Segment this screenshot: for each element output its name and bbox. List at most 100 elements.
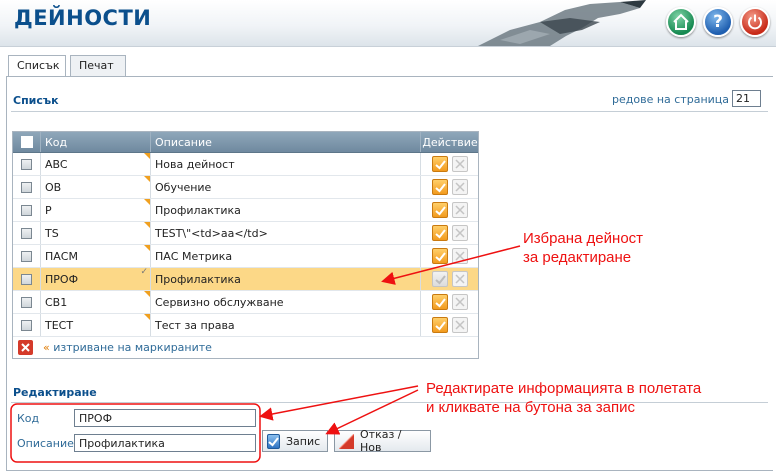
description-field[interactable] — [74, 434, 256, 452]
cancel-label: Отказ / Нов — [360, 428, 402, 454]
edit-icon[interactable] — [432, 179, 448, 195]
table-row[interactable]: OB Обучение — [13, 176, 478, 199]
table-row[interactable]: СВ1 Сервизно обслужване — [13, 291, 478, 314]
save-button[interactable]: Запис — [262, 430, 328, 452]
edit-icon[interactable] — [432, 202, 448, 218]
code-text: P — [45, 203, 52, 217]
edit-icon[interactable] — [432, 271, 448, 287]
table-body: ABC Нова дейност OB Обучение P Профилактика TS… — [13, 153, 478, 337]
row-checkbox-cell — [13, 268, 41, 290]
section-divider — [11, 111, 768, 112]
edit-section-title: Редактиране — [13, 386, 97, 399]
tab-print[interactable]: Печат — [70, 55, 126, 76]
select-all-cell — [13, 132, 41, 152]
edit-icon[interactable] — [432, 294, 448, 310]
row-checkbox[interactable] — [21, 273, 32, 285]
description-text: Сервизно обслужване — [155, 295, 284, 309]
annotation-selected-line1: Избрана дейност — [523, 230, 644, 247]
action-cell — [421, 314, 479, 336]
code-text: TS — [45, 226, 59, 240]
corner-marker-icon — [144, 222, 150, 228]
description-label: Описание — [17, 437, 74, 450]
row-checkbox[interactable] — [21, 296, 32, 308]
rows-per-page-link[interactable]: редове на страница » — [612, 93, 739, 106]
annotation-edit-line1: Редактирате информацията в полетата — [426, 380, 702, 397]
page-title: ДЕЙНОСТИ — [14, 6, 152, 30]
code-field[interactable] — [74, 409, 256, 427]
edit-icon[interactable] — [432, 317, 448, 333]
edit-icon[interactable] — [432, 225, 448, 241]
description-text: Нова дейност — [155, 157, 235, 171]
column-header-action: Действие — [422, 135, 478, 149]
code-cell: ПАСМ — [41, 245, 151, 267]
row-checkbox-cell — [13, 314, 41, 336]
table-row[interactable]: P Профилактика — [13, 199, 478, 222]
annotation-selected-line2: за редактиране — [523, 249, 632, 266]
delete-icon[interactable] — [452, 317, 468, 333]
home-button[interactable] — [666, 7, 696, 37]
delete-marked-icon[interactable] — [18, 340, 33, 355]
row-checkbox-cell — [13, 199, 41, 221]
delete-icon[interactable] — [452, 248, 468, 264]
rows-per-page-input[interactable] — [732, 90, 761, 107]
table-row[interactable]: ПАСМ ПАС Метрика — [13, 245, 478, 268]
code-cell: ABC — [41, 153, 151, 175]
description-text: Тест за права — [155, 318, 235, 332]
delete-icon[interactable] — [452, 271, 468, 287]
bird-logo — [478, 0, 646, 46]
column-header-code[interactable]: Код — [41, 132, 151, 152]
table-row[interactable]: ABC Нова дейност — [13, 153, 478, 176]
description-cell: Нова дейност — [151, 153, 421, 175]
delete-marked-text: изтриване на маркираните — [53, 341, 212, 354]
table-row[interactable]: ТЕСТ Тест за права — [13, 314, 478, 337]
code-label: Код — [17, 412, 40, 425]
table-row[interactable]: TS TEST\"<td>aa</td> — [13, 222, 478, 245]
action-cell — [421, 291, 479, 313]
delete-icon[interactable] — [452, 294, 468, 310]
power-button[interactable] — [740, 7, 770, 37]
delete-marked-link[interactable]: « изтриване на маркираните — [43, 341, 212, 354]
help-icon: ? — [713, 12, 723, 32]
description-text: TEST\"<td>aa</td> — [155, 226, 268, 240]
checkmark-icon — [267, 433, 280, 449]
row-checkbox[interactable] — [21, 227, 32, 239]
row-checkbox-cell — [13, 245, 41, 267]
code-cell: ТЕСТ — [41, 314, 151, 336]
action-cell — [421, 176, 479, 198]
rows-per-page-text: редове на страница — [612, 93, 730, 106]
delete-icon[interactable] — [452, 202, 468, 218]
code-text: ТЕСТ — [45, 318, 74, 332]
description-text: ПАС Метрика — [155, 249, 233, 263]
description-cell: ПАС Метрика — [151, 245, 421, 267]
delete-icon[interactable] — [452, 225, 468, 241]
edit-icon[interactable] — [432, 156, 448, 172]
row-checkbox[interactable] — [21, 250, 32, 262]
corner-marker-icon — [144, 291, 150, 297]
description-text: Профилактика — [155, 272, 241, 286]
action-cell — [421, 199, 479, 221]
annotation-edit-line2: и кликвате на бутона за запис — [426, 399, 635, 416]
code-text: ПАСМ — [45, 249, 78, 263]
column-header-description[interactable]: Описание — [151, 132, 421, 152]
chevron-left-icon: « — [43, 341, 50, 354]
description-text: Профилактика — [155, 203, 241, 217]
tab-list[interactable]: Списък — [8, 55, 66, 77]
annotation-edit: Редактирате информацията в полетата и кл… — [426, 379, 701, 417]
row-checkbox[interactable] — [21, 319, 32, 331]
action-cell — [421, 245, 479, 267]
row-checkbox-cell — [13, 291, 41, 313]
delete-icon[interactable] — [452, 156, 468, 172]
delete-icon[interactable] — [452, 179, 468, 195]
row-checkbox[interactable] — [21, 181, 32, 193]
code-cell: СВ1 — [41, 291, 151, 313]
description-cell: Обучение — [151, 176, 421, 198]
row-checkbox[interactable] — [21, 158, 32, 170]
cancel-new-button[interactable]: Отказ / Нов — [334, 428, 431, 454]
select-all-checkbox[interactable] — [20, 136, 33, 148]
row-checkbox[interactable] — [21, 204, 32, 216]
corner-marker-icon — [144, 199, 150, 205]
edit-icon[interactable] — [432, 248, 448, 264]
help-button[interactable]: ? — [703, 7, 733, 37]
code-text: ABC — [45, 157, 68, 171]
table-row-selected[interactable]: ПРОФ ✓ Профилактика — [13, 267, 478, 291]
